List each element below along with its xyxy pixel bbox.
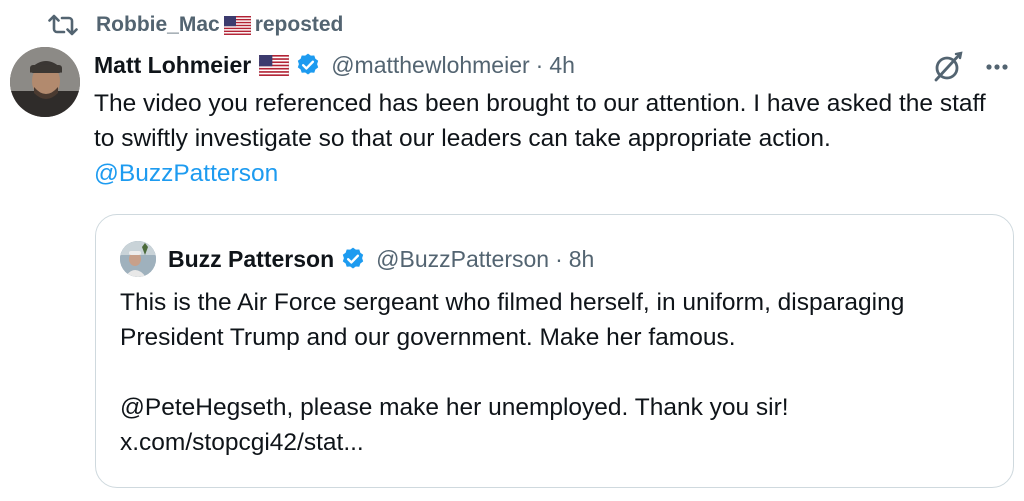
tweet-body: The video you referenced has been brough… [94,90,986,152]
timestamp[interactable]: 4h [549,52,575,79]
quoted-header: Buzz Patterson @BuzzPatterson · 8h [168,241,594,277]
author-name[interactable]: Matt Lohmeier [94,52,251,79]
grok-icon[interactable] [930,49,966,85]
tweet-text: The video you referenced has been brough… [94,86,1004,191]
verified-badge-icon [340,246,366,272]
quoted-author-name[interactable]: Buzz Patterson [168,246,334,273]
more-options-icon[interactable] [980,54,1014,80]
repost-label: reposted [254,13,344,36]
quoted-avatar [120,241,156,277]
repost-icon [48,12,82,38]
quoted-paragraph: This is the Air Force sergeant who filme… [120,289,905,351]
quoted-paragraph: @PeteHegseth, please make her unemployed… [120,394,789,421]
repost-header[interactable]: Robbie_Mac reposted [48,10,343,40]
separator-dot: · [555,245,563,272]
quoted-text: This is the Air Force sergeant who filme… [120,285,1000,460]
verified-badge-icon [295,52,321,78]
avatar[interactable] [10,47,80,117]
quoted-handle[interactable]: @BuzzPatterson [376,246,549,273]
repost-user[interactable]: Robbie_Mac [96,13,220,37]
separator-dot: · [535,51,544,78]
tweet-header: Matt Lohmeier @matthewlohmeier · 4h [94,48,575,82]
mention-link[interactable]: @BuzzPatterson [94,160,278,187]
us-flag-icon [259,54,290,76]
us-flag-icon [223,13,251,37]
quoted-tweet-card[interactable]: Buzz Patterson @BuzzPatterson · 8h This … [95,214,1014,488]
quoted-link[interactable]: x.com/stopcgi42/stat... [120,425,1000,460]
author-handle[interactable]: @matthewlohmeier [331,52,529,79]
quoted-timestamp[interactable]: 8h [569,246,595,273]
